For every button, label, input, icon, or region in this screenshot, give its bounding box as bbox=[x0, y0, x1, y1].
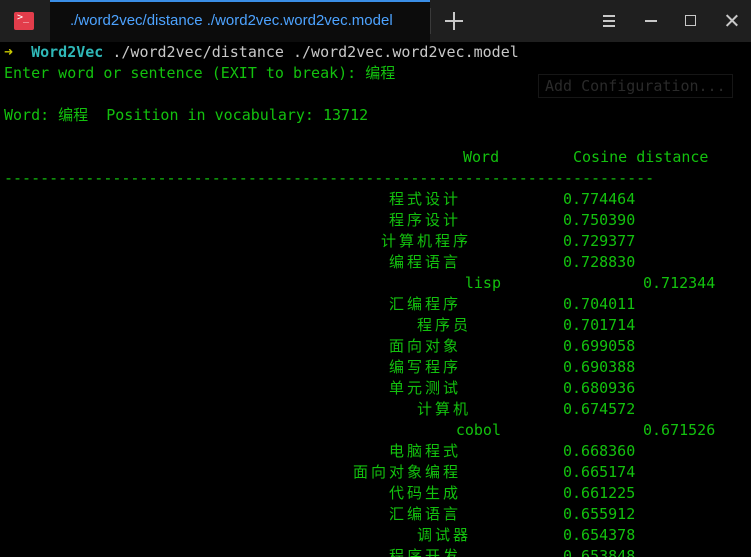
result-word: cobol bbox=[455, 421, 501, 439]
result-word: 编写程序 bbox=[388, 358, 461, 376]
result-row: 面向对象编程 0.665174 bbox=[0, 462, 751, 483]
header-word: Word bbox=[463, 148, 500, 166]
tab-title: ./word2vec/distance ./word2vec.word2vec.… bbox=[70, 12, 393, 29]
result-word: 计算机 bbox=[416, 400, 471, 418]
result-row: 汇编程序 0.704011 bbox=[0, 294, 751, 315]
hamburger-menu-icon[interactable] bbox=[600, 11, 620, 31]
result-word: 代码生成 bbox=[388, 484, 461, 502]
result-distance: 0.674572 bbox=[563, 400, 636, 418]
result-distance: 0.690388 bbox=[563, 358, 636, 376]
terminal-app-icon: >_ bbox=[14, 12, 34, 30]
result-distance: 0.699058 bbox=[563, 337, 636, 355]
header-distance: Cosine distance bbox=[573, 148, 709, 166]
title-bar: >_ ./word2vec/distance ./word2vec.word2v… bbox=[0, 0, 751, 42]
result-row: 编写程序 0.690388 bbox=[0, 357, 751, 378]
result-word: 程序设计 bbox=[388, 211, 461, 229]
result-distance: 0.750390 bbox=[563, 211, 636, 229]
result-row: 程序开发 0.653848 bbox=[0, 546, 751, 557]
result-distance: 0.712344 bbox=[643, 274, 716, 292]
prompt-line: ➜ Word2Vec ./word2vec/distance ./word2ve… bbox=[4, 42, 519, 63]
enter-prompt-line: Enter word or sentence (EXIT to break): … bbox=[4, 64, 396, 82]
results-header: Word Cosine distance bbox=[0, 147, 751, 168]
result-word: 程序员 bbox=[416, 316, 471, 334]
result-row: 电脑程式 0.668360 bbox=[0, 441, 751, 462]
result-row: 代码生成 0.661225 bbox=[0, 483, 751, 504]
maximize-icon[interactable] bbox=[682, 11, 702, 31]
result-word: 汇编程序 bbox=[388, 295, 461, 313]
result-word: 面向对象 bbox=[388, 337, 461, 355]
result-distance: 0.704011 bbox=[563, 295, 636, 313]
result-distance: 0.654378 bbox=[563, 526, 636, 544]
word-info-line: Word: 编程 Position in vocabulary: 13712 bbox=[4, 106, 369, 124]
result-distance: 0.655912 bbox=[563, 505, 636, 523]
tab-active[interactable]: ./word2vec/distance ./word2vec.word2vec.… bbox=[50, 0, 430, 42]
result-row: 汇编语言 0.655912 bbox=[0, 504, 751, 525]
result-word: 程序开发 bbox=[388, 547, 461, 557]
new-tab-plus-icon[interactable] bbox=[444, 11, 464, 31]
result-distance: 0.728830 bbox=[563, 253, 636, 271]
result-row: 程式设计 0.774464 bbox=[0, 189, 751, 210]
result-row: cobol 0.671526 bbox=[0, 420, 751, 441]
result-word: 调试器 bbox=[416, 526, 471, 544]
separator-line: ----------------------------------------… bbox=[4, 169, 655, 187]
result-row: 调试器 0.654378 bbox=[0, 525, 751, 546]
result-row: 面向对象 0.699058 bbox=[0, 336, 751, 357]
command-text: ./word2vec/distance ./word2vec.word2vec.… bbox=[112, 43, 519, 61]
result-row: 程序设计 0.750390 bbox=[0, 210, 751, 231]
result-distance: 0.661225 bbox=[563, 484, 636, 502]
close-icon[interactable] bbox=[722, 11, 742, 31]
result-word: 面向对象编程 bbox=[352, 463, 461, 481]
terminal-output[interactable]: Add Configuration... ➜ Word2Vec ./word2v… bbox=[0, 42, 751, 557]
result-row: 编程语言 0.728830 bbox=[0, 252, 751, 273]
result-row: 单元测试 0.680936 bbox=[0, 378, 751, 399]
result-row: 计算机程序 0.729377 bbox=[0, 231, 751, 252]
minimize-icon[interactable] bbox=[642, 11, 662, 31]
result-distance: 0.701714 bbox=[563, 316, 636, 334]
result-word: lisp bbox=[464, 274, 501, 292]
result-distance: 0.680936 bbox=[563, 379, 636, 397]
prompt-arrow-icon: ➜ bbox=[4, 43, 14, 61]
result-word: 程式设计 bbox=[388, 190, 461, 208]
background-ghost-text: Add Configuration... bbox=[538, 74, 733, 98]
result-distance: 0.653848 bbox=[563, 547, 636, 557]
result-word: 计算机程序 bbox=[380, 232, 471, 250]
result-distance: 0.774464 bbox=[563, 190, 636, 208]
result-distance: 0.729377 bbox=[563, 232, 636, 250]
result-row: 计算机 0.674572 bbox=[0, 399, 751, 420]
prompt-directory: Word2Vec bbox=[31, 43, 104, 61]
result-row: 程序员 0.701714 bbox=[0, 315, 751, 336]
result-distance: 0.665174 bbox=[563, 463, 636, 481]
result-distance: 0.668360 bbox=[563, 442, 636, 460]
result-word: 编程语言 bbox=[388, 253, 461, 271]
result-word: 电脑程式 bbox=[388, 442, 461, 460]
tab-divider bbox=[430, 8, 431, 34]
result-word: 汇编语言 bbox=[388, 505, 461, 523]
result-distance: 0.671526 bbox=[643, 421, 716, 439]
result-row: lisp 0.712344 bbox=[0, 273, 751, 294]
result-word: 单元测试 bbox=[388, 379, 461, 397]
